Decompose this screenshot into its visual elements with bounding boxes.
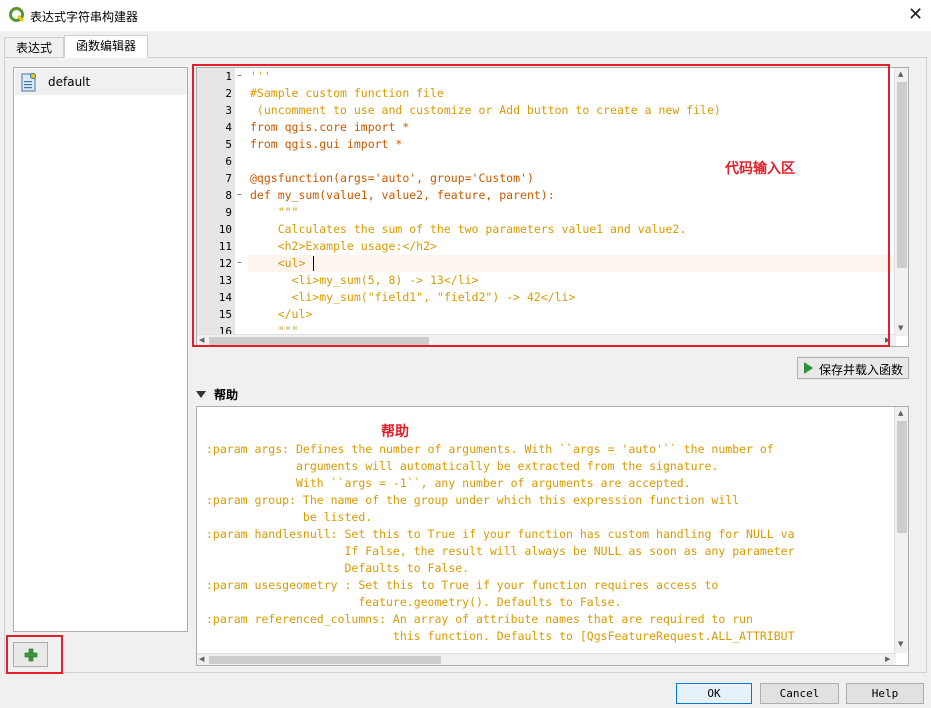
tab-expression[interactable]: 表达式 [4, 37, 64, 58]
python-file-icon [21, 73, 36, 92]
code-area-annotation: 代码输入区 [725, 161, 795, 177]
help-line: :param group: The name of the group unde… [206, 493, 740, 507]
help-header-label: 帮助 [214, 388, 239, 402]
ok-button[interactable]: OK [676, 683, 752, 704]
scroll-down-icon[interactable]: ▼ [898, 324, 903, 332]
help-button[interactable]: Help [846, 683, 924, 704]
help-line: With ``args = -1``, any number of argume… [206, 476, 691, 490]
collapse-triangle-icon[interactable] [196, 391, 206, 398]
help-line: Defaults to False. [206, 561, 470, 575]
title-bar: 表达式字符串构建器 ✕ [0, 0, 931, 31]
list-item-default[interactable]: default [15, 69, 187, 95]
help-text-area[interactable]: 帮助 :param args: Defines the number of ar… [196, 406, 909, 666]
qgis-logo-icon [9, 7, 25, 23]
tab-function-editor[interactable]: 函数编辑器 [64, 35, 148, 58]
help-line: :param usesgeometry : Set this to True i… [206, 578, 719, 592]
window-title: 表达式字符串构建器 [30, 10, 139, 24]
editor-vertical-scrollbar[interactable]: ▲ ▼ [894, 68, 908, 336]
help-line: feature.geometry(). Defaults to False. [206, 595, 622, 609]
close-icon: ✕ [907, 4, 924, 25]
editor-highlight [192, 64, 890, 347]
help-horizontal-scrollbar[interactable]: ◀ ▶ [197, 653, 896, 665]
function-file-list[interactable]: default [13, 67, 188, 632]
help-line: :param handlesnull: Set this to True if … [206, 527, 795, 541]
help-line: arguments will automatically be extracte… [206, 459, 719, 473]
scroll-thumb[interactable] [897, 82, 907, 268]
scroll-thumb[interactable] [209, 656, 441, 664]
help-line: If False, the result will always be NULL… [206, 544, 795, 558]
save-button-label: 保存并载入函数 [819, 363, 904, 377]
help-annotation: 帮助 [381, 424, 409, 440]
scroll-up-icon[interactable]: ▲ [898, 70, 903, 78]
save-and-load-button[interactable]: 保存并载入函数 [797, 357, 909, 379]
scroll-right-icon[interactable]: ▶ [885, 655, 890, 663]
help-line: :param args: Defines the number of argum… [206, 442, 774, 456]
add-button-highlight [6, 635, 63, 674]
play-icon [804, 362, 813, 374]
help-section-header[interactable]: 帮助 [196, 386, 238, 403]
list-item-label: default [48, 75, 91, 89]
help-vertical-scrollbar[interactable]: ▲ ▼ [894, 407, 908, 653]
scroll-down-icon[interactable]: ▼ [898, 640, 903, 648]
scroll-left-icon[interactable]: ◀ [199, 655, 204, 663]
close-button[interactable]: ✕ [900, 0, 931, 31]
help-line: be listed. [206, 510, 373, 524]
scroll-thumb[interactable] [897, 421, 907, 533]
help-line: :param referenced_columns: An array of a… [206, 612, 753, 626]
cancel-button[interactable]: Cancel [760, 683, 839, 704]
scroll-up-icon[interactable]: ▲ [898, 409, 903, 417]
help-line: this function. Defaults to [QgsFeatureRe… [206, 629, 795, 643]
